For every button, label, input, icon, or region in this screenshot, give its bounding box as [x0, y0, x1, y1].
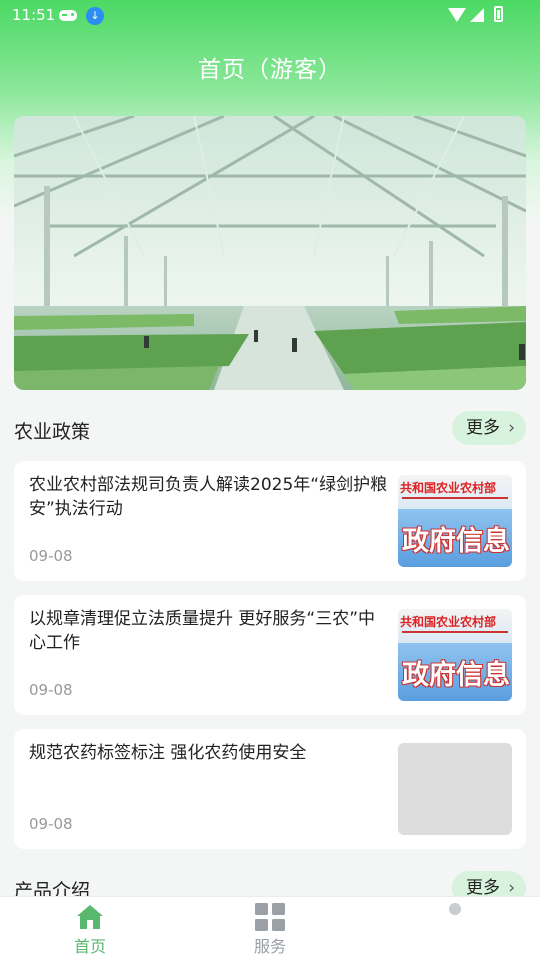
gamepad-icon	[59, 10, 77, 21]
banner-image[interactable]	[14, 116, 526, 390]
tab-label: 服务	[253, 937, 286, 956]
chevron-right-icon: ›	[508, 418, 515, 438]
news-card[interactable]: 规范农药标签标注 强化农药使用安全 09-08	[14, 729, 526, 849]
home-icon	[77, 905, 103, 929]
policy-more-button[interactable]: 更多 ›	[452, 411, 526, 445]
download-icon: ↓	[86, 7, 104, 25]
thumbnail-headline: 政府信息	[402, 660, 510, 691]
grid-icon	[255, 903, 285, 931]
thumbnail-caption: 共和国农业农村部	[400, 481, 497, 495]
news-card[interactable]: 以规章清理促立法质量提升 更好服务“三农”中心工作 09-08 共和国农业农村部…	[14, 595, 526, 715]
status-time: 11:51	[12, 6, 56, 24]
tab-label: 首页	[73, 937, 106, 956]
page-title: 首页（游客）	[198, 57, 342, 83]
news-title: 规范农药标签标注 强化农药使用安全	[29, 743, 307, 763]
thumbnail-caption: 共和国农业农村部	[400, 615, 497, 629]
news-card[interactable]: 农业农村部法规司负责人解读2025年“绿剑护粮安”执法行动 09-08 共和国农…	[14, 461, 526, 581]
news-date: 09-08	[29, 681, 73, 699]
news-date: 09-08	[29, 815, 73, 833]
news-thumbnail: 共和国农业农村部 政府信息	[398, 609, 512, 701]
news-title: 以规章清理促立法质量提升 更好服务“三农”中心工作	[29, 609, 376, 653]
battery-icon	[494, 6, 503, 22]
status-bar: 11:51 ↓	[0, 0, 540, 32]
tab-home[interactable]: 首页	[45, 897, 135, 960]
tab-profile[interactable]	[410, 897, 500, 960]
more-label: 更多	[466, 878, 500, 898]
signal-icon	[470, 8, 484, 22]
user-icon	[449, 903, 461, 915]
news-thumbnail: 共和国农业农村部 政府信息	[398, 475, 512, 567]
thumbnail-headline: 政府信息	[402, 526, 510, 557]
tab-services[interactable]: 服务	[225, 897, 315, 960]
bottom-tab-bar: 首页 服务	[0, 896, 540, 960]
greenhouse-illustration	[14, 116, 526, 390]
news-thumbnail-placeholder	[398, 743, 512, 835]
news-title: 农业农村部法规司负责人解读2025年“绿剑护粮安”执法行动	[29, 475, 388, 519]
policy-section-title: 农业政策	[14, 421, 91, 443]
news-date: 09-08	[29, 547, 73, 565]
wifi-icon	[448, 8, 466, 22]
more-label: 更多	[466, 418, 500, 438]
